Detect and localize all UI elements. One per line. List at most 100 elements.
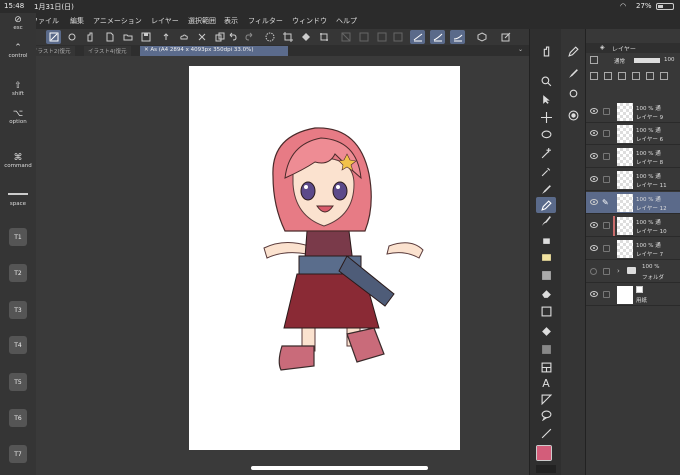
lock-icon[interactable]	[603, 108, 610, 115]
fill-icon[interactable]	[298, 30, 313, 44]
lock-icon[interactable]	[603, 291, 610, 298]
sub-tool-navigator-icon[interactable]	[563, 107, 583, 123]
t1-key[interactable]: T1	[9, 228, 27, 246]
new-folder-icon[interactable]	[618, 72, 626, 80]
menu-help[interactable]: ヘルプ	[336, 16, 357, 26]
airbrush-tool-icon[interactable]	[536, 231, 556, 247]
chevron-right-icon[interactable]: ›	[617, 267, 620, 275]
t4-key[interactable]: T4	[9, 336, 27, 354]
undo-icon[interactable]	[224, 30, 239, 44]
t5-key[interactable]: T5	[9, 373, 27, 391]
lock-icon[interactable]	[603, 268, 610, 275]
speech-bubble-tool-icon[interactable]	[536, 407, 556, 423]
gradient-tool-icon[interactable]	[536, 341, 556, 357]
layer-row[interactable]: 100 % 通 レイヤー 8	[586, 146, 680, 168]
blend-tool-icon[interactable]	[536, 267, 556, 283]
3d-icon[interactable]	[474, 30, 489, 44]
text-tool-icon[interactable]: A	[536, 375, 556, 391]
layer-row[interactable]: 100 % 通 レイヤー 6	[586, 123, 680, 145]
layer-folder-row[interactable]: › 100 % フォルダ	[586, 261, 680, 283]
layer-row[interactable]: 100 % 通 レイヤー 9	[586, 101, 680, 123]
eye-icon[interactable]	[590, 291, 598, 297]
lock-icon[interactable]	[603, 245, 610, 252]
main-color-swatch[interactable]	[536, 445, 552, 461]
eye-icon[interactable]	[590, 130, 598, 136]
save-icon[interactable]	[138, 30, 153, 44]
mask-icon[interactable]	[632, 72, 640, 80]
eye-icon[interactable]	[590, 153, 598, 159]
magic-wand-tool-icon[interactable]	[536, 145, 556, 161]
stroke-correction-2-icon[interactable]	[430, 30, 445, 44]
t7-key[interactable]: T7	[9, 445, 27, 463]
layer-ops-icon[interactable]	[390, 30, 405, 44]
ruler-icon[interactable]	[356, 30, 371, 44]
visibility-off-icon[interactable]	[590, 268, 597, 275]
move-layer-tool-icon[interactable]	[536, 109, 556, 125]
transform-icon[interactable]	[46, 30, 61, 44]
crop-icon[interactable]	[280, 30, 295, 44]
eye-icon[interactable]	[590, 245, 598, 251]
redo-icon[interactable]	[242, 30, 257, 44]
lock-icon[interactable]	[603, 176, 610, 183]
command-key[interactable]: ⌘ command	[0, 153, 36, 169]
merge-down-icon[interactable]	[646, 72, 654, 80]
lock-icon[interactable]	[603, 153, 610, 160]
menu-animation[interactable]: アニメーション	[93, 16, 142, 26]
new-vector-layer-icon[interactable]	[604, 72, 612, 80]
hand-tool-icon[interactable]	[536, 43, 556, 59]
sub-tool-settings-icon[interactable]	[563, 85, 583, 101]
settings-icon[interactable]	[64, 30, 79, 44]
blend-icon[interactable]	[590, 56, 598, 64]
menu-edit[interactable]: 編集	[70, 16, 84, 26]
stroke-correction-1-icon[interactable]	[410, 30, 425, 44]
menu-layer[interactable]: レイヤー	[151, 16, 179, 26]
eye-icon[interactable]	[590, 199, 598, 205]
eye-icon[interactable]	[590, 176, 598, 182]
shift-key[interactable]: ⇧ shift	[0, 81, 36, 97]
fill-tool-icon[interactable]	[536, 303, 556, 319]
color-swap-icon[interactable]	[536, 465, 556, 473]
open-folder-icon[interactable]	[120, 30, 135, 44]
pencil-tool-icon[interactable]	[536, 197, 556, 213]
guide-icon[interactable]	[374, 30, 389, 44]
grid-off-icon[interactable]	[338, 30, 353, 44]
cut-icon[interactable]	[194, 30, 209, 44]
space-key[interactable]: space	[0, 193, 36, 207]
paint-bucket-tool-icon[interactable]	[536, 323, 556, 339]
t6-key[interactable]: T6	[9, 409, 27, 427]
export-icon[interactable]	[158, 30, 173, 44]
hand-icon[interactable]	[82, 30, 97, 44]
eraser-tool-icon[interactable]	[536, 285, 556, 301]
lock-icon[interactable]	[603, 222, 610, 229]
paper[interactable]	[189, 66, 460, 450]
canvas-area[interactable]	[36, 56, 529, 467]
new-file-icon[interactable]	[102, 30, 117, 44]
cloud-icon[interactable]	[176, 30, 191, 44]
decoration-tool-icon[interactable]	[536, 249, 556, 265]
menu-view[interactable]: 表示	[224, 16, 238, 26]
operation-tool-icon[interactable]	[536, 91, 556, 107]
layer-paper-row[interactable]: 用紙	[586, 284, 680, 306]
opacity-value[interactable]: 100	[664, 57, 675, 63]
lock-icon[interactable]	[603, 130, 610, 137]
layer-row[interactable]: 100 % 通 レイヤー 7	[586, 238, 680, 260]
layer-row[interactable]: 100 % 通 レイヤー 10	[586, 215, 680, 237]
t3-key[interactable]: T3	[9, 301, 27, 319]
menu-window[interactable]: ウィンドウ	[292, 16, 327, 26]
sub-tool-pencil-icon[interactable]	[563, 43, 583, 59]
correct-line-tool-icon[interactable]	[536, 425, 556, 441]
eye-icon[interactable]	[590, 222, 598, 228]
stroke-correction-3-icon[interactable]	[450, 30, 465, 44]
sub-tool-brush-icon[interactable]	[563, 65, 583, 81]
opacity-slider[interactable]	[634, 58, 660, 63]
tab-active-doc[interactable]: ✕ As (A4 2894 x 4093px 350dpi 33.0%)	[140, 46, 288, 56]
chevron-down-icon[interactable]: ⌄	[518, 46, 523, 53]
menu-selection[interactable]: 選択範囲	[188, 16, 216, 26]
delete-layer-icon[interactable]	[660, 72, 668, 80]
select-all-icon[interactable]	[316, 30, 331, 44]
lasso-tool-icon[interactable]	[536, 127, 556, 143]
tab-illust4[interactable]: イラスト4(復元	[84, 46, 131, 56]
option-key[interactable]: ⌥ option	[0, 109, 36, 125]
layer-row-selected[interactable]: ✎ 100 % 通 レイヤー 12	[586, 192, 680, 214]
control-key[interactable]: ⌃ control	[0, 43, 36, 59]
